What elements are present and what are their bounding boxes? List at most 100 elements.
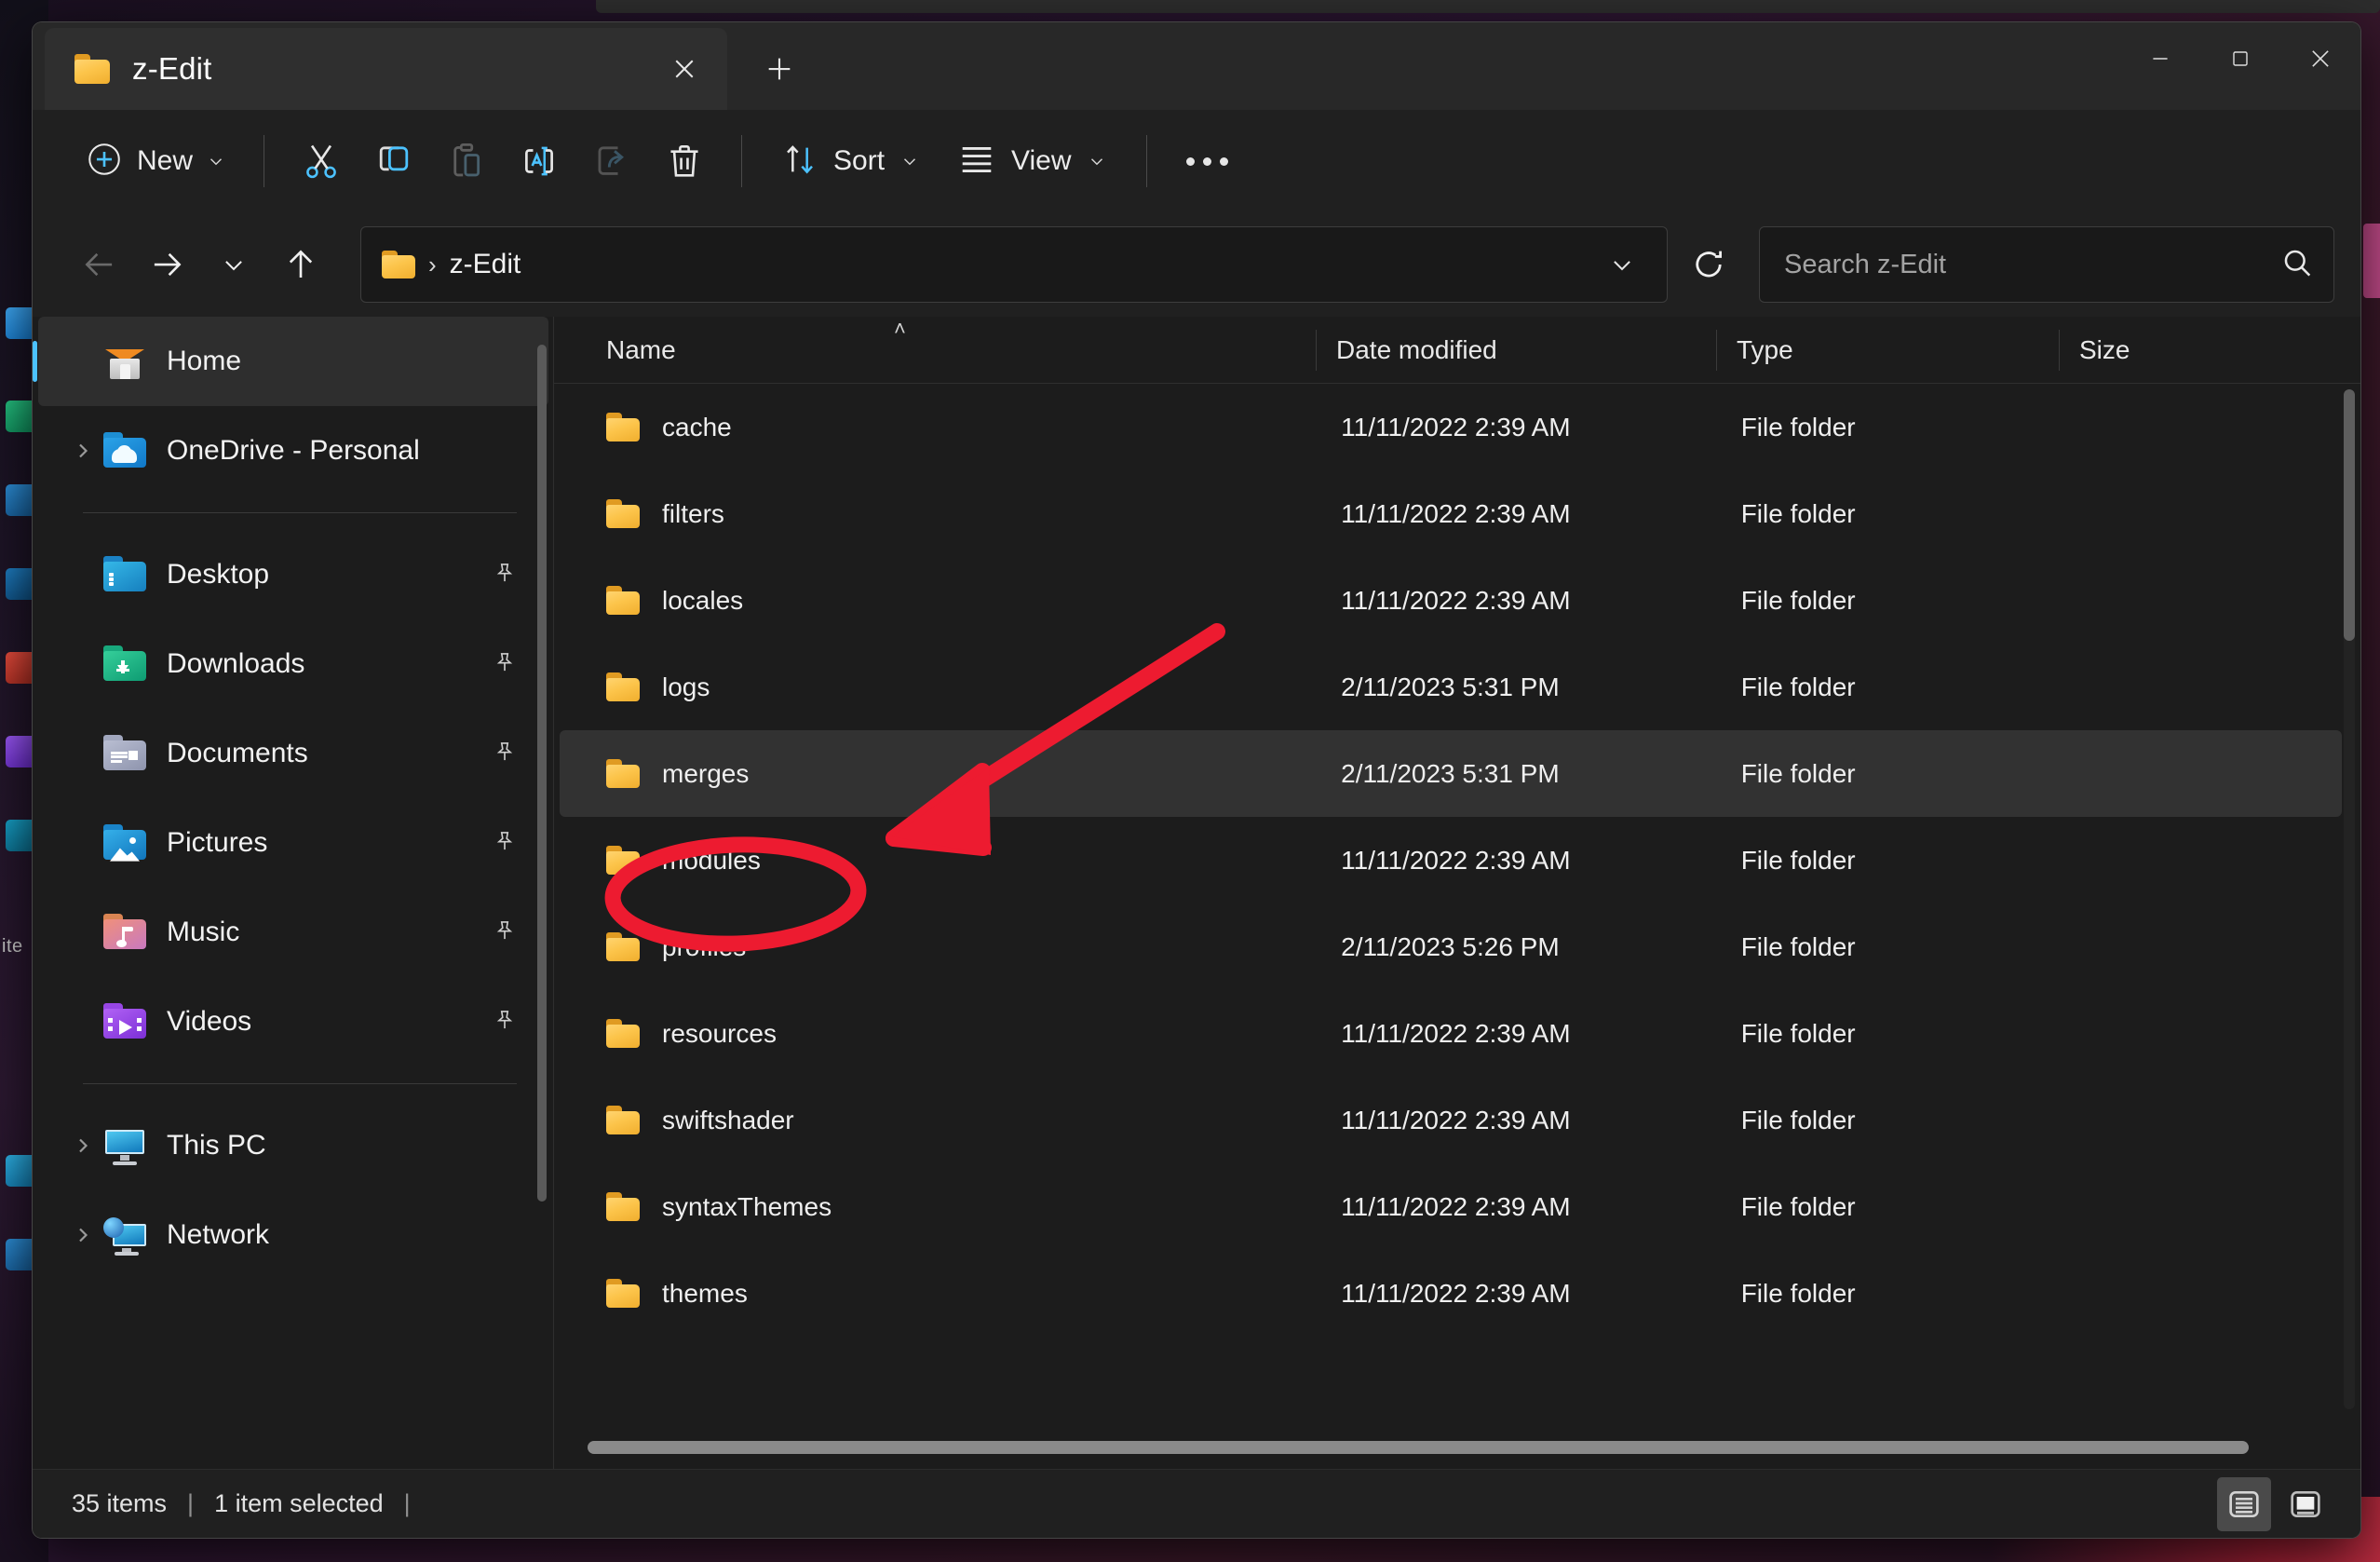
table-row[interactable]: profiles 2/11/2023 5:26 PM File folder [560,903,2342,990]
pin-icon[interactable] [493,648,517,681]
address-path-field[interactable]: › z-Edit [360,226,1668,303]
chevron-right-icon[interactable] [62,440,103,462]
file-name-cell[interactable]: resources [560,1019,1320,1049]
pin-icon[interactable] [493,1006,517,1039]
pin-icon[interactable] [493,827,517,860]
file-type-cell: File folder [1740,1278,1856,1308]
chevron-down-icon [206,151,226,175]
copy-button[interactable] [358,129,430,194]
column-headers: Name ˄ Date modified Type Size [554,317,2360,384]
column-header-type[interactable]: Type [1716,317,2059,384]
sidebar-item-desktop[interactable]: Desktop [38,530,548,619]
share-button[interactable] [575,129,648,194]
large-icons-view-icon[interactable] [2279,1477,2333,1531]
folder-icon [606,1106,640,1134]
view-button[interactable]: View [939,129,1125,194]
file-name-cell[interactable]: merges [560,759,1320,789]
up-button[interactable] [267,231,334,298]
sidebar-item-music[interactable]: Music [38,888,548,977]
desktop-edge-label: ite [2,936,23,957]
table-row[interactable]: logs 2/11/2023 5:31 PM File folder [560,644,2342,730]
file-name-label: syntaxThemes [662,1191,832,1221]
search-box[interactable] [1759,226,2334,303]
pin-icon[interactable] [493,738,517,770]
sidebar-item-label: Network [167,1219,270,1250]
column-header-date-modified[interactable]: Date modified [1316,317,1716,384]
chevron-right-icon[interactable] [62,1224,103,1246]
folder-icon [606,586,640,615]
see-more-button[interactable] [1168,129,1248,194]
sidebar-scrollbar[interactable] [537,345,547,1202]
file-list-horizontal-scrollbar[interactable] [588,1441,2249,1454]
chevron-down-icon[interactable] [1594,237,1650,292]
close-icon[interactable] [658,43,710,95]
file-type-cell: File folder [1740,412,1856,441]
file-name-cell[interactable]: themes [560,1279,1320,1309]
folder-icon[interactable] [382,251,415,278]
pictures-folder-icon [103,824,146,862]
file-name-cell[interactable]: syntaxThemes [560,1192,1320,1222]
back-button[interactable] [66,231,133,298]
paste-button[interactable] [430,129,503,194]
forward-button[interactable] [133,231,200,298]
table-row[interactable]: locales 11/11/2022 2:39 AM File folder [560,557,2342,644]
sidebar-item-home[interactable]: Home [33,317,548,406]
plus-icon[interactable] [751,41,807,97]
details-view-icon[interactable] [2217,1476,2271,1531]
column-header-name-label: Name [606,334,676,364]
table-row[interactable]: merges 2/11/2023 5:31 PM File folder [560,730,2342,817]
file-name-cell[interactable]: modules [560,846,1320,876]
sidebar-item-this-pc[interactable]: This PC [38,1101,548,1190]
file-name-cell[interactable]: locales [560,586,1320,616]
file-name-label: logs [662,672,710,701]
table-row[interactable]: cache 11/11/2022 2:39 AM File folder [560,384,2342,470]
file-name-cell[interactable]: swiftshader [560,1106,1320,1135]
table-row[interactable]: themes 11/11/2022 2:39 AM File folder [560,1250,2342,1337]
file-explorer-window: z-Edit New Sort View › z-Edit Search z-E… [33,22,2360,1538]
search-icon[interactable] [2279,245,2315,285]
column-header-size[interactable]: Size [2059,317,2338,384]
sidebar-item-videos[interactable]: Videos [38,977,548,1066]
file-type-cell: File folder [1740,672,1856,701]
delete-button[interactable] [648,129,721,194]
cut-button[interactable] [285,129,358,194]
column-header-name[interactable]: Name ˄ [554,317,1316,384]
pin-icon[interactable] [493,917,517,949]
rename-button[interactable] [503,129,575,194]
sidebar-item-list: Home OneDrive - Personal Desktop Downloads D… [33,317,554,1280]
file-type-cell: File folder [1740,1018,1856,1048]
chevron-right-icon[interactable] [62,1134,103,1157]
explorer-tab[interactable]: z-Edit [45,28,727,110]
sort-button[interactable]: Sort [763,129,939,194]
toolbar-divider [1145,135,1147,187]
sidebar-item-onedrive-personal[interactable]: OneDrive - Personal [38,406,548,496]
close-icon[interactable] [2280,22,2360,95]
table-row[interactable]: swiftshader 11/11/2022 2:39 AM File folder [560,1077,2342,1163]
sidebar-item-network[interactable]: Network [38,1190,548,1280]
pin-icon[interactable] [493,559,517,591]
new-button[interactable]: New [74,129,243,194]
table-row[interactable]: modules 11/11/2022 2:39 AM File folder [560,817,2342,903]
table-row[interactable]: resources 11/11/2022 2:39 AM File folder [560,990,2342,1077]
sidebar-item-pictures[interactable]: Pictures [38,798,548,888]
file-name-cell[interactable]: logs [560,672,1320,702]
sidebar-item-downloads[interactable]: Downloads [38,619,548,709]
sidebar-item-documents[interactable]: Documents [38,709,548,798]
desktop-right-edge-widget [2363,224,2380,298]
file-name-cell[interactable]: cache [560,413,1320,442]
file-name-cell[interactable]: profiles [560,932,1320,962]
minimize-icon[interactable] [2120,22,2200,95]
file-list-vertical-scrollbar[interactable] [2344,389,2355,641]
sort-ascending-caret-icon: ˄ [894,316,906,340]
file-name-cell[interactable]: filters [560,499,1320,529]
sort-arrows-icon [781,141,818,183]
file-date-cell: 11/11/2022 2:39 AM [1341,412,1571,441]
refresh-icon[interactable] [1679,235,1738,294]
recent-locations-button[interactable] [200,231,267,298]
breadcrumb-current-folder[interactable]: z-Edit [450,249,521,280]
table-row[interactable]: filters 11/11/2022 2:39 AM File folder [560,470,2342,557]
breadcrumb-separator[interactable]: › [428,251,437,279]
maximize-icon[interactable] [2200,22,2280,95]
search-input[interactable] [1784,249,2279,280]
table-row[interactable]: syntaxThemes 11/11/2022 2:39 AM File folde… [560,1163,2342,1250]
